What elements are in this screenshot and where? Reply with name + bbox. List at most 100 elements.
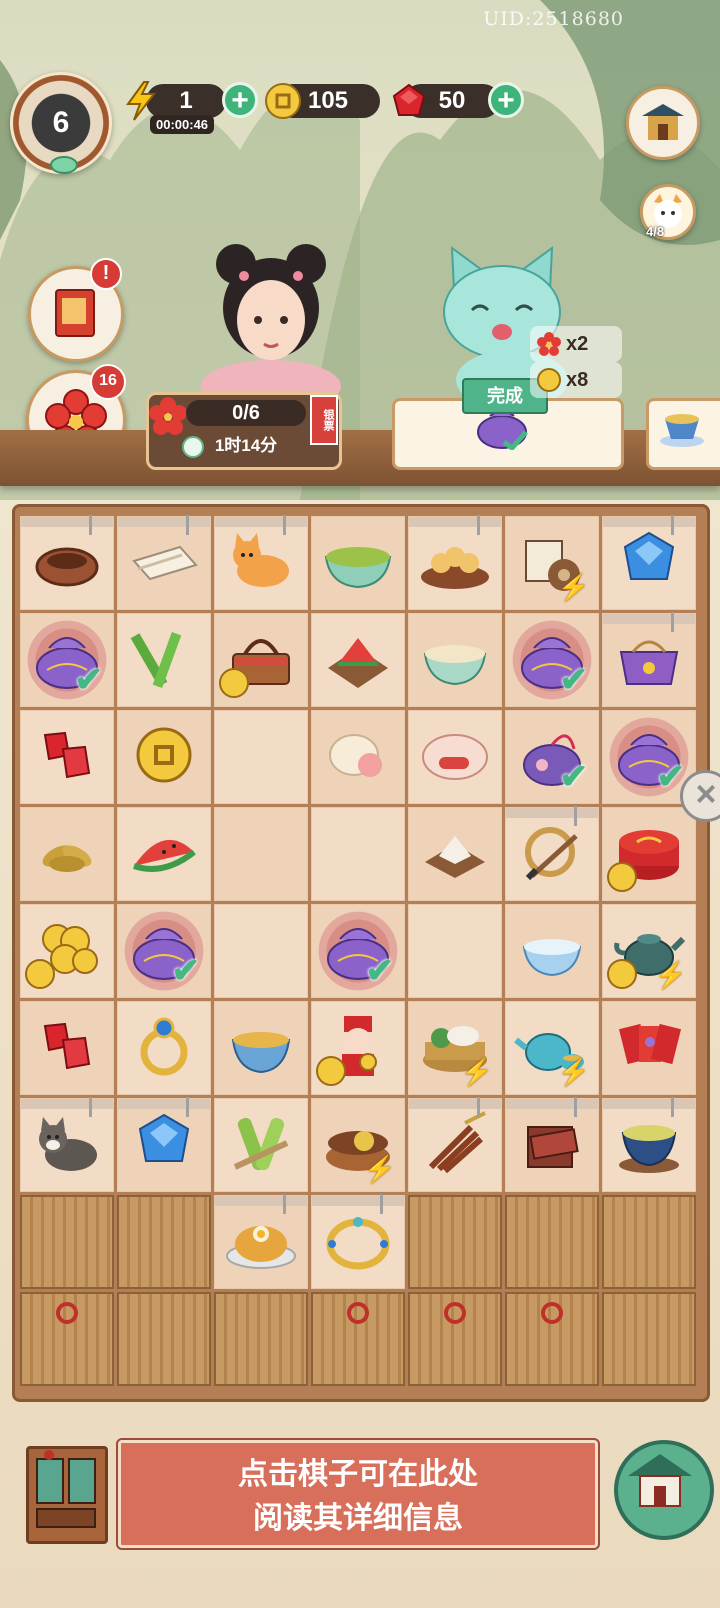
board-cell[interactable] — [214, 1194, 308, 1289]
locked-cell[interactable] — [20, 1292, 114, 1386]
board-cell[interactable] — [408, 710, 502, 804]
board-cell[interactable] — [602, 807, 696, 901]
red-knot-icon — [347, 1302, 369, 1324]
rice-porridge-icon — [415, 618, 495, 703]
board-cell[interactable] — [214, 1001, 308, 1095]
watermelon-slice-icon — [124, 812, 204, 897]
blue-bowl-icon — [512, 909, 592, 994]
board-cell[interactable]: ⚡ — [408, 1001, 502, 1095]
empty-cell[interactable] — [214, 807, 308, 901]
board-cell[interactable] — [117, 613, 211, 707]
checkmark-icon: ✔ — [171, 952, 201, 990]
hanging-rod — [312, 1196, 404, 1206]
wood-box-icon — [512, 1103, 592, 1188]
board-cell[interactable]: ⚡ — [311, 1098, 405, 1192]
hanging-rod — [118, 517, 210, 527]
empty-cell[interactable] — [311, 807, 405, 901]
energy-value: 1 — [179, 87, 193, 114]
board-cell[interactable]: ✔ — [20, 613, 114, 707]
board-cell[interactable] — [20, 710, 114, 804]
locked-cell[interactable] — [408, 1292, 502, 1386]
board-cell[interactable]: ✔ — [117, 904, 211, 998]
board-cell[interactable] — [311, 613, 405, 707]
locked-cell[interactable] — [505, 1292, 599, 1386]
board-cell[interactable] — [214, 613, 308, 707]
cloth-bolt-icon — [124, 521, 204, 606]
pagoda-travel-button[interactable] — [614, 1440, 714, 1540]
next-customer-card[interactable] — [646, 398, 720, 470]
board-cell[interactable] — [117, 1097, 211, 1192]
hanging-rod — [118, 1099, 210, 1109]
board-cell[interactable] — [117, 807, 211, 901]
board-cell[interactable] — [408, 613, 502, 707]
board-cell[interactable] — [117, 515, 211, 610]
bird-nest-icon — [27, 521, 107, 606]
locked-cell[interactable] — [602, 1195, 696, 1289]
hook-icon — [574, 806, 577, 826]
board-cell[interactable] — [505, 904, 599, 998]
locked-cell[interactable] — [20, 1195, 114, 1289]
board-cell[interactable] — [20, 807, 114, 901]
board-cell[interactable]: ✔ — [505, 710, 599, 804]
hook-icon — [186, 515, 189, 535]
plum-flower-icon — [149, 397, 187, 435]
board-cell[interactable] — [20, 1001, 114, 1095]
board-cell[interactable] — [117, 1001, 211, 1095]
empty-cell[interactable] — [214, 710, 308, 804]
board-cell[interactable] — [602, 1001, 696, 1095]
shop-building-button[interactable] — [626, 86, 700, 160]
board-cell[interactable] — [311, 516, 405, 610]
reward-coin: x8 — [530, 362, 622, 398]
board-cell[interactable] — [602, 612, 696, 707]
board-cell[interactable] — [505, 806, 599, 901]
board-cell[interactable] — [214, 1098, 308, 1192]
board-cell[interactable]: ✔ — [505, 613, 599, 707]
board-cell[interactable] — [20, 515, 114, 610]
board-cell[interactable]: ✔ — [311, 904, 405, 998]
tea-bowl-icon — [609, 1103, 689, 1188]
hanging-rod — [21, 517, 113, 527]
add-energy-button[interactable]: + — [222, 82, 258, 118]
board-cell[interactable] — [311, 1001, 405, 1095]
locked-cell[interactable] — [117, 1195, 211, 1289]
board-cell[interactable] — [408, 515, 502, 610]
board-cell[interactable] — [602, 515, 696, 610]
locked-cell[interactable] — [117, 1292, 211, 1386]
red-gems-icon — [27, 1006, 107, 1091]
coin-icon — [607, 959, 637, 989]
storage-cabinet-button[interactable] — [26, 1446, 108, 1544]
hanging-rod — [21, 1099, 113, 1109]
board-cell[interactable] — [602, 1097, 696, 1192]
coin-icon — [607, 862, 637, 892]
board-cell[interactable] — [408, 1097, 502, 1192]
board-cell[interactable] — [505, 1097, 599, 1192]
silver-ticket: 银票 — [310, 395, 338, 445]
board-cell[interactable]: ⚡ — [505, 516, 599, 610]
tea-cup-icon — [221, 1006, 301, 1091]
empty-cell[interactable] — [408, 904, 502, 998]
lightning-icon: ⚡ — [654, 960, 687, 990]
board-cell[interactable] — [117, 710, 211, 804]
locked-cell[interactable] — [602, 1292, 696, 1386]
board-cell[interactable] — [20, 904, 114, 998]
blue-gem-icon — [124, 1103, 204, 1188]
locked-cell[interactable] — [311, 1292, 405, 1386]
board-cell[interactable] — [311, 710, 405, 804]
red-knot-icon — [444, 1302, 466, 1324]
locked-cell[interactable] — [214, 1292, 308, 1386]
checkmark-icon: ✔ — [365, 952, 395, 990]
add-gems-button[interactable]: + — [488, 82, 524, 118]
locked-cell[interactable] — [408, 1195, 502, 1289]
red-bean-cake-icon — [415, 715, 495, 800]
locked-cell[interactable] — [505, 1195, 599, 1289]
empty-cell[interactable] — [214, 904, 308, 998]
board-cell[interactable]: ⚡ — [505, 1001, 599, 1095]
checkmark-icon: ✔ — [74, 661, 104, 699]
player-level-badge[interactable]: 6 — [10, 72, 112, 174]
board-cell[interactable]: ⚡ — [602, 904, 696, 998]
reward-coin-count: x8 — [566, 368, 589, 391]
board-cell[interactable] — [20, 1097, 114, 1192]
board-cell[interactable] — [311, 1194, 405, 1289]
board-cell[interactable] — [214, 515, 308, 610]
board-cell[interactable] — [408, 807, 502, 901]
